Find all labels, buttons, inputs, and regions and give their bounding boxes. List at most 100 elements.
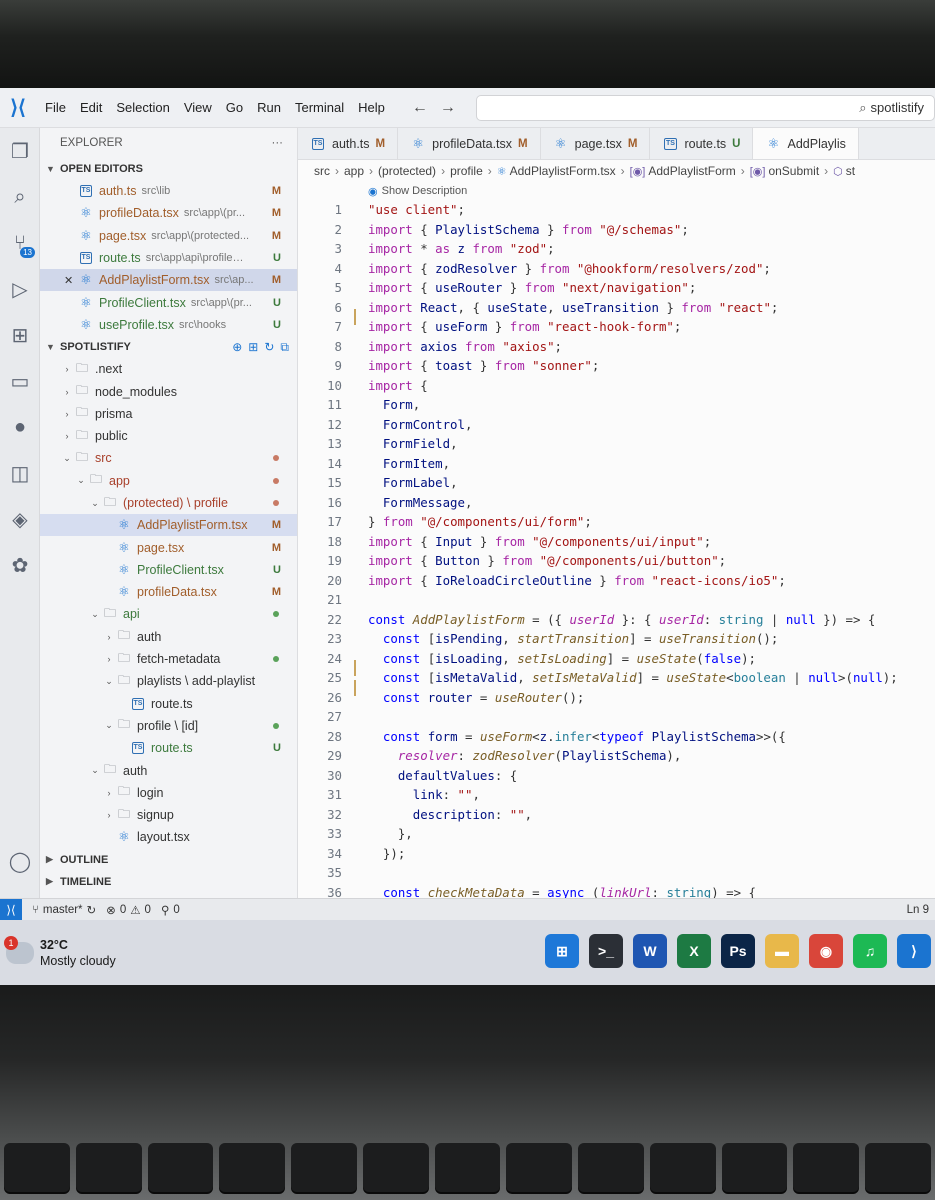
command-center-search[interactable]: ⌕ spotlistify <box>475 94 935 121</box>
accounts-icon[interactable]: ◯ <box>0 838 40 884</box>
vscode-icon[interactable]: ⟩ <box>897 934 931 968</box>
breadcrumb-item[interactable]: onSubmit <box>768 164 819 178</box>
tree-item[interactable]: › 🗀 .next <box>40 358 297 380</box>
editor-tab[interactable]: TS route.ts U <box>650 128 754 159</box>
back-arrow-icon[interactable]: ← <box>412 99 428 117</box>
tree-item[interactable]: ⌄ 🗀 playlists \ add-playlist <box>40 670 297 692</box>
tree-item[interactable]: ⌄ 🗀 (protected) \ profile <box>40 492 297 514</box>
chrome-icon[interactable]: ◉ <box>809 934 843 968</box>
tree-item[interactable]: ⌄ 🗀 api <box>40 603 297 625</box>
editor-tab[interactable]: TS auth.ts M <box>298 128 399 159</box>
word-icon[interactable]: W <box>633 934 667 968</box>
tree-item[interactable]: ⚛ layout.tsx <box>40 826 297 848</box>
git-branch[interactable]: ⑂ master* ↻ <box>32 903 96 917</box>
breadcrumb-item[interactable]: AddPlaylistForm <box>648 164 735 178</box>
open-editor-item[interactable]: ⚛ useProfile.tsx src\hooks U <box>40 314 297 336</box>
laptop-bezel-top <box>0 0 935 90</box>
github-icon[interactable]: ● <box>0 404 40 450</box>
editor-tab[interactable]: ⚛ page.tsx M <box>541 128 651 159</box>
menu-help[interactable]: Help <box>351 100 392 115</box>
terminal-icon[interactable]: >_ <box>589 934 623 968</box>
spotify-icon[interactable]: ♫ <box>853 934 887 968</box>
remote-explorer-icon[interactable]: ▭ <box>0 358 40 404</box>
timeline-header[interactable]: ▶ TIMELINE <box>40 871 297 893</box>
open-editor-item[interactable]: ✕ ⚛ AddPlaylistForm.tsx src\ap... M <box>40 269 297 292</box>
open-editor-item[interactable]: ⚛ ProfileClient.tsx src\app\(pr... U <box>40 291 297 313</box>
docker-icon[interactable]: ◈ <box>0 496 40 542</box>
tree-item[interactable]: › 🗀 node_modules <box>40 380 297 402</box>
tree-item[interactable]: TS route.ts <box>40 693 297 715</box>
open-editor-item[interactable]: TS auth.ts src\lib M <box>40 180 297 202</box>
editor-tab[interactable]: ⚛ AddPlaylis <box>753 128 859 159</box>
code-editor[interactable]: 1 "use client"; 2 import { PlaylistSchema }… <box>298 200 935 902</box>
line-number: 21 <box>327 592 342 608</box>
open-editor-item[interactable]: ⚛ page.tsx src\app\(protected... M <box>40 225 297 247</box>
breadcrumb-item[interactable]: app <box>344 164 364 178</box>
tree-item[interactable]: ⚛ page.tsx M <box>40 536 297 558</box>
source-control-icon[interactable]: ⑂ 13 <box>0 220 40 266</box>
tree-item[interactable]: ⌄ 🗀 auth <box>40 759 297 781</box>
windows-start-icon[interactable]: ⊞ <box>545 934 579 968</box>
tree-item[interactable]: ⌄ 🗀 app <box>40 470 297 492</box>
tree-item[interactable]: ⌄ 🗀 profile \ [id] <box>40 715 297 737</box>
tree-item[interactable]: › 🗀 prisma <box>40 403 297 425</box>
file-explorer-icon[interactable]: ▬ <box>765 934 799 968</box>
photoshop-icon[interactable]: Ps <box>721 934 755 968</box>
breadcrumb-item[interactable]: src <box>314 164 330 178</box>
breadcrumb-item[interactable]: AddPlaylistForm.tsx <box>510 164 616 178</box>
code-text: FormLabel, <box>382 475 458 491</box>
menu-selection[interactable]: Selection <box>109 100 176 115</box>
close-icon[interactable]: ✕ <box>64 274 78 287</box>
ports-indicator[interactable]: ⚲ 0 <box>161 903 180 917</box>
outline-header[interactable]: ▶ OUTLINE <box>40 849 297 871</box>
new-file-icon[interactable]: ⊕ <box>232 340 242 355</box>
menu-file[interactable]: File <box>38 100 73 115</box>
tree-item-label: AddPlaylistForm.tsx <box>137 518 248 533</box>
forward-arrow-icon[interactable]: → <box>440 99 456 117</box>
remote-indicator-icon[interactable]: ⟩⟨ <box>0 898 22 921</box>
problems-indicator[interactable]: ⊗ 0 ⚠ 0 <box>106 903 151 917</box>
tree-item[interactable]: ⌄ 🗀 src <box>40 447 297 469</box>
search-view-icon[interactable]: ⌕ <box>0 174 40 220</box>
menu-view[interactable]: View <box>177 100 219 115</box>
open-editor-item[interactable]: ⚛ profileData.tsx src\app\(pr... M <box>40 202 297 224</box>
refresh-icon[interactable]: ↻ <box>264 340 274 355</box>
weather-widget[interactable]: 1 32°C Mostly cloudy <box>4 935 116 969</box>
menu-go[interactable]: Go <box>219 100 250 115</box>
breadcrumb-item[interactable]: profile <box>450 164 483 178</box>
breadcrumb-item[interactable]: (protected) <box>378 164 436 178</box>
tree-item[interactable]: › 🗀 public <box>40 425 297 447</box>
codelens[interactable]: ◉ Show Description <box>298 182 935 200</box>
extensions-icon[interactable]: ⊞ <box>0 312 40 358</box>
code-line: 14 FormItem, <box>298 454 935 474</box>
menu-terminal[interactable]: Terminal <box>288 100 351 115</box>
collapse-all-icon[interactable]: ⧉ <box>280 340 289 355</box>
code-text: import { PlaylistSchema } from "@/schema… <box>368 221 689 237</box>
new-folder-icon[interactable]: ⊞ <box>248 340 258 355</box>
paw-extension-icon[interactable]: ✿ <box>0 542 40 588</box>
tree-item[interactable]: ⚛ profileData.tsx M <box>40 581 297 603</box>
explorer-icon[interactable]: ❐ <box>0 128 40 174</box>
line-number: 34 <box>327 845 342 861</box>
explorer-more-actions[interactable]: ··· <box>272 137 284 149</box>
tree-item[interactable]: › 🗀 login <box>40 782 297 804</box>
excel-icon[interactable]: X <box>677 934 711 968</box>
tree-item[interactable]: › 🗀 fetch-metadata <box>40 648 297 670</box>
tree-item[interactable]: › 🗀 auth <box>40 626 297 648</box>
line-number: 7 <box>334 319 342 335</box>
cursor-position[interactable]: Ln 9 <box>907 904 935 916</box>
open-editor-item[interactable]: TS route.ts src\app\api\profile\[... U <box>40 247 297 269</box>
tree-item[interactable]: › 🗀 signup <box>40 804 297 826</box>
tree-item[interactable]: TS route.ts U <box>40 737 297 759</box>
open-editors-header[interactable]: ▼ OPEN EDITORS <box>40 158 297 180</box>
code-line: 35 <box>298 863 935 883</box>
tree-item[interactable]: ⚛ ProfileClient.tsx U <box>40 559 297 581</box>
editor-tab[interactable]: ⚛ profileData.tsx M <box>398 128 541 159</box>
tree-item[interactable]: ⚛ AddPlaylistForm.tsx M <box>40 514 297 537</box>
breadcrumb-item[interactable]: st <box>846 164 855 178</box>
run-debug-icon[interactable]: ▷ <box>0 266 40 312</box>
project-header[interactable]: ▼ SPOTLISTIFY ⊕ ⊞ ↻ ⧉ <box>40 336 297 358</box>
menu-edit[interactable]: Edit <box>73 100 109 115</box>
project-manager-icon[interactable]: ◫ <box>0 450 40 496</box>
menu-run[interactable]: Run <box>250 100 288 115</box>
